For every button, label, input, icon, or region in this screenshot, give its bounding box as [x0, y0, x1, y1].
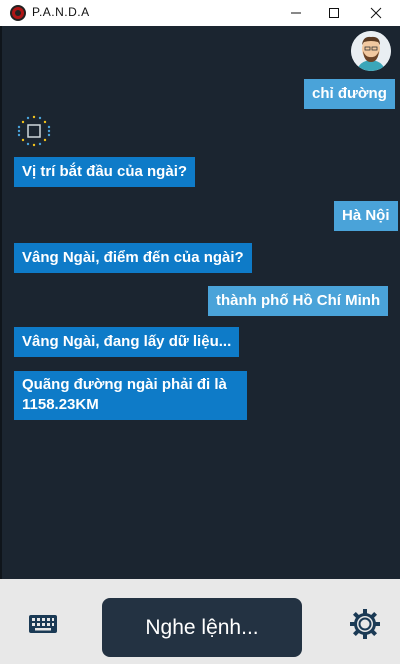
user-message: Hà Nội	[334, 201, 398, 231]
bot-message: Vị trí bắt đầu của ngài?	[14, 157, 196, 187]
chip-icon	[17, 115, 51, 147]
maximize-button[interactable]	[314, 0, 354, 26]
settings-gear-icon[interactable]	[349, 608, 381, 640]
chat-area[interactable]: chỉ đường Vị trí bắt đầu của ngài? Hà Nộ…	[0, 26, 400, 579]
listen-button[interactable]: Nghe lệnh...	[102, 598, 302, 657]
minimize-button[interactable]	[276, 0, 316, 26]
close-icon	[370, 7, 382, 19]
keyboard-icon[interactable]	[28, 614, 58, 634]
user-avatar-icon	[351, 31, 391, 71]
minimize-icon	[291, 12, 301, 14]
bot-message: Vâng Ngài, đang lấy dữ liệu...	[14, 327, 240, 357]
user-message: chỉ đường	[304, 79, 395, 109]
window-title: P.A.N.D.A	[32, 5, 90, 19]
bottom-bar: Nghe lệnh...	[0, 579, 400, 664]
user-avatar[interactable]	[351, 31, 391, 71]
close-button[interactable]	[356, 0, 396, 26]
bot-message-line: 1158.23KM	[22, 396, 99, 413]
title-bar: P.A.N.D.A	[0, 0, 400, 26]
maximize-icon	[329, 8, 339, 18]
user-message: thành phố Hồ Chí Minh	[208, 286, 389, 316]
bot-message: Quãng đường ngài phải đi là 1158.23KM	[14, 371, 247, 420]
bot-message-line: Quãng đường ngài phải đi là	[22, 376, 227, 393]
bot-message: Vâng Ngài, điểm đến của ngài?	[14, 243, 252, 273]
app-logo-icon	[10, 5, 26, 21]
